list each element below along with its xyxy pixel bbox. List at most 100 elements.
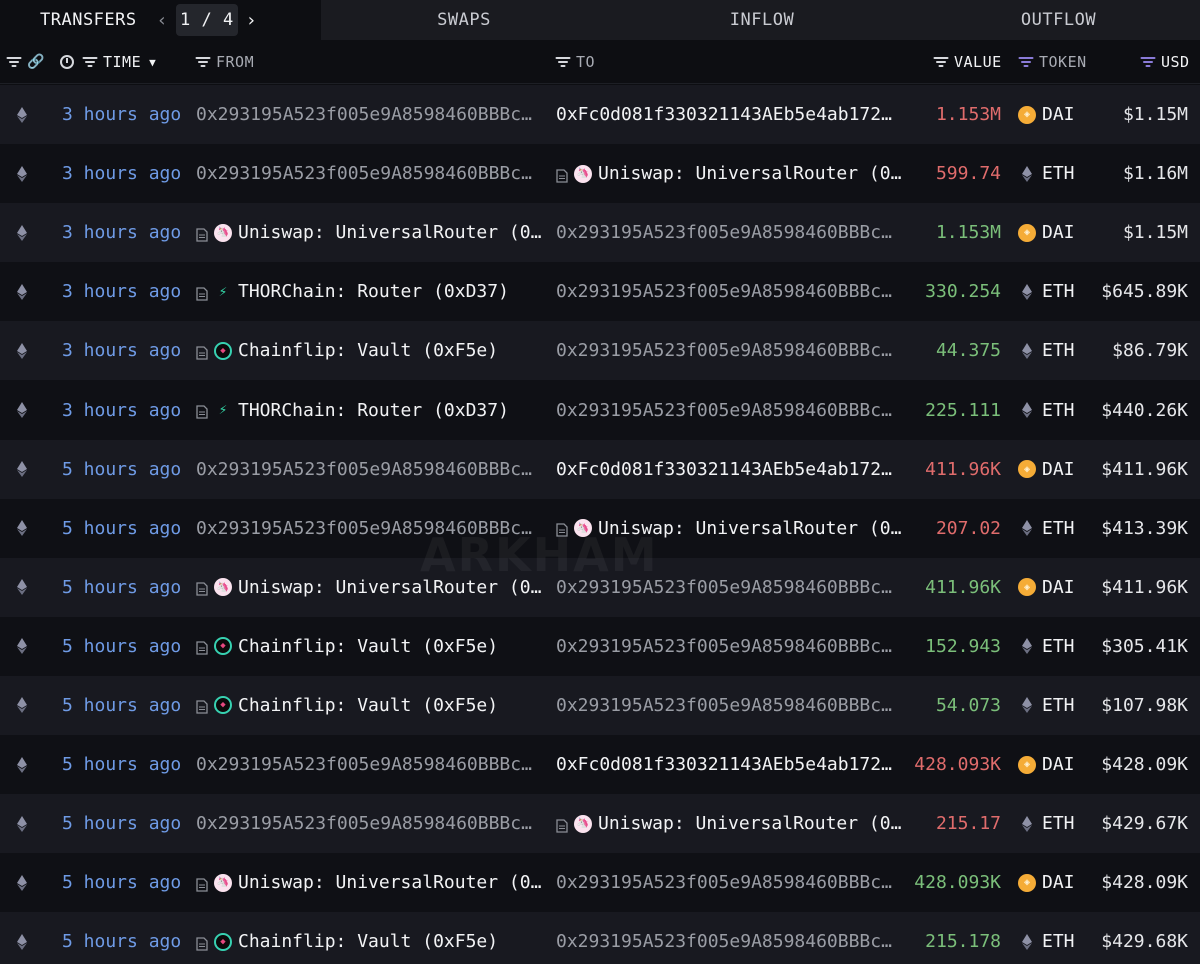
time-column-header[interactable]: TIME ▼ (60, 40, 156, 84)
table-row[interactable]: 3 hours ago 🦄 Uniswap: UniversalRouter (0…… (0, 203, 1200, 263)
from-entity-name[interactable]: Chainflip: Vault (0xF5e) (238, 931, 498, 952)
table-row[interactable]: 3 hours ago ◆ Chainflip: Vault (0xF5e) 0x29… (0, 321, 1200, 381)
table-row[interactable]: 3 hours ago 0x293195A523f005e9A8598460BBB… (0, 85, 1200, 145)
time-filter-icon[interactable] (82, 56, 97, 68)
from-cell[interactable]: ◆ Chainflip: Vault (0xF5e) (196, 617, 542, 676)
from-cell[interactable]: ⚡ THORChain: Router (0xD37) (196, 380, 542, 439)
from-cell[interactable]: 0x293195A523f005e9A8598460BBBc9… (196, 735, 542, 794)
to-address[interactable]: 0x293195A523f005e9A8598460BBBc9… (556, 400, 902, 421)
to-cell[interactable]: 0x293195A523f005e9A8598460BBBc9… (556, 676, 902, 735)
from-cell[interactable]: 🦄 Uniswap: UniversalRouter (0… (196, 558, 542, 617)
tab-outflow[interactable]: OUTFLOW (917, 0, 1200, 40)
table-row[interactable]: 3 hours ago ⚡ THORChain: Router (0xD37) 0x2… (0, 380, 1200, 440)
table-row[interactable]: 5 hours ago 0x293195A523f005e9A8598460BBB… (0, 439, 1200, 499)
to-entity-name[interactable]: Uniswap: UniversalRouter (0… (598, 163, 901, 184)
table-row[interactable]: 3 hours ago 0x293195A523f005e9A8598460BBB… (0, 144, 1200, 204)
from-entity-name[interactable]: Uniswap: UniversalRouter (0… (238, 872, 541, 893)
to-address[interactable]: 0x293195A523f005e9A8598460BBBc9… (556, 695, 902, 716)
to-address[interactable]: 0xFc0d081f330321143AEb5e4ab1729… (556, 754, 902, 775)
from-cell[interactable]: 0x293195A523f005e9A8598460BBBc9… (196, 499, 542, 558)
to-address[interactable]: 0xFc0d081f330321143AEb5e4ab1729… (556, 104, 902, 125)
sort-desc-icon[interactable]: ▼ (149, 56, 156, 69)
tab-swaps[interactable]: SWAPS (321, 0, 607, 40)
from-entity-name[interactable]: Chainflip: Vault (0xF5e) (238, 695, 498, 716)
time-link[interactable]: 5 hours ago (62, 558, 181, 617)
to-cell[interactable]: 0x293195A523f005e9A8598460BBBc9… (556, 853, 902, 912)
to-cell[interactable]: 0x293195A523f005e9A8598460BBBc9… (556, 262, 902, 321)
from-cell[interactable]: 0x293195A523f005e9A8598460BBBc9… (196, 440, 542, 499)
usd-column-header[interactable]: USD (1140, 40, 1190, 84)
time-link[interactable]: 5 hours ago (62, 440, 181, 499)
time-link[interactable]: 5 hours ago (62, 794, 181, 853)
time-link[interactable]: 5 hours ago (62, 676, 181, 735)
table-row[interactable]: 5 hours ago 🦄 Uniswap: UniversalRouter (0…… (0, 557, 1200, 617)
from-entity-name[interactable]: Chainflip: Vault (0xF5e) (238, 340, 498, 361)
table-row[interactable]: 5 hours ago 0x293195A523f005e9A8598460BBB… (0, 794, 1200, 854)
from-entity-name[interactable]: Chainflip: Vault (0xF5e) (238, 636, 498, 657)
value-filter-icon[interactable] (933, 56, 948, 68)
to-filter-icon[interactable] (555, 56, 570, 68)
from-address[interactable]: 0x293195A523f005e9A8598460BBBc9… (196, 754, 542, 775)
prev-page-icon[interactable]: ‹ (157, 10, 168, 31)
to-cell[interactable]: 0x293195A523f005e9A8598460BBBc9… (556, 912, 902, 964)
token-column-header[interactable]: TOKEN (1018, 40, 1087, 84)
chain-filter[interactable]: 🔗 (6, 40, 45, 84)
time-link[interactable]: 3 hours ago (62, 85, 181, 144)
to-address[interactable]: 0x293195A523f005e9A8598460BBBc9… (556, 281, 902, 302)
to-cell[interactable]: 0xFc0d081f330321143AEb5e4ab1729… (556, 735, 902, 794)
time-link[interactable]: 5 hours ago (62, 735, 181, 794)
from-address[interactable]: 0x293195A523f005e9A8598460BBBc9… (196, 459, 542, 480)
time-link[interactable]: 3 hours ago (62, 321, 181, 380)
from-entity-name[interactable]: Uniswap: UniversalRouter (0… (238, 577, 541, 598)
from-cell[interactable]: ⚡ THORChain: Router (0xD37) (196, 262, 542, 321)
from-filter-icon[interactable] (195, 56, 210, 68)
time-link[interactable]: 5 hours ago (62, 853, 181, 912)
from-entity-name[interactable]: Uniswap: UniversalRouter (0… (238, 222, 541, 243)
from-entity-name[interactable]: THORChain: Router (0xD37) (238, 400, 509, 421)
from-address[interactable]: 0x293195A523f005e9A8598460BBBc9… (196, 104, 542, 125)
usd-filter-icon[interactable] (1140, 56, 1155, 68)
to-address[interactable]: 0x293195A523f005e9A8598460BBBc9… (556, 577, 902, 598)
from-column-header[interactable]: FROM (195, 40, 254, 84)
to-cell[interactable]: 0x293195A523f005e9A8598460BBBc9… (556, 617, 902, 676)
tab-inflow[interactable]: INFLOW (607, 0, 917, 40)
table-row[interactable]: 5 hours ago ◆ Chainflip: Vault (0xF5e) 0x29… (0, 616, 1200, 676)
to-column-header[interactable]: TO (555, 40, 595, 84)
to-cell[interactable]: 0x293195A523f005e9A8598460BBBc9… (556, 203, 902, 262)
table-row[interactable]: 5 hours ago ◆ Chainflip: Vault (0xF5e) 0x29… (0, 912, 1200, 964)
time-link[interactable]: 3 hours ago (62, 203, 181, 262)
table-row[interactable]: 5 hours ago 0x293195A523f005e9A8598460BBB… (0, 735, 1200, 795)
from-address[interactable]: 0x293195A523f005e9A8598460BBBc9… (196, 813, 542, 834)
to-entity-name[interactable]: Uniswap: UniversalRouter (0… (598, 813, 901, 834)
to-address[interactable]: 0xFc0d081f330321143AEb5e4ab1729… (556, 459, 902, 480)
from-cell[interactable]: ◆ Chainflip: Vault (0xF5e) (196, 676, 542, 735)
table-row[interactable]: 5 hours ago 0x293195A523f005e9A8598460BBB… (0, 498, 1200, 558)
from-entity-name[interactable]: THORChain: Router (0xD37) (238, 281, 509, 302)
from-address[interactable]: 0x293195A523f005e9A8598460BBBc9… (196, 518, 542, 539)
filter-icon[interactable] (6, 56, 21, 68)
table-row[interactable]: 5 hours ago ◆ Chainflip: Vault (0xF5e) 0x29… (0, 675, 1200, 736)
tab-transfers[interactable]: TRANSFERS ‹ 1 / 4 › (0, 0, 321, 40)
from-address[interactable]: 0x293195A523f005e9A8598460BBBc9… (196, 163, 542, 184)
to-cell[interactable]: 🦄 Uniswap: UniversalRouter (0… (556, 144, 902, 203)
time-link[interactable]: 3 hours ago (62, 144, 181, 203)
next-page-icon[interactable]: › (246, 10, 257, 31)
to-cell[interactable]: 0xFc0d081f330321143AEb5e4ab1729… (556, 440, 902, 499)
to-entity-name[interactable]: Uniswap: UniversalRouter (0… (598, 518, 901, 539)
to-address[interactable]: 0x293195A523f005e9A8598460BBBc9… (556, 222, 902, 243)
time-link[interactable]: 3 hours ago (62, 262, 181, 321)
table-row[interactable]: 3 hours ago ⚡ THORChain: Router (0xD37) 0x2… (0, 262, 1200, 322)
value-column-header[interactable]: VALUE (933, 40, 1002, 84)
from-cell[interactable]: 🦄 Uniswap: UniversalRouter (0… (196, 203, 542, 262)
to-address[interactable]: 0x293195A523f005e9A8598460BBBc9… (556, 636, 902, 657)
link-icon[interactable]: 🔗 (27, 54, 45, 70)
to-address[interactable]: 0x293195A523f005e9A8598460BBBc9… (556, 872, 902, 893)
from-cell[interactable]: ◆ Chainflip: Vault (0xF5e) (196, 321, 542, 380)
time-link[interactable]: 5 hours ago (62, 912, 181, 964)
time-link[interactable]: 3 hours ago (62, 380, 181, 439)
table-row[interactable]: 5 hours ago 🦄 Uniswap: UniversalRouter (0…… (0, 853, 1200, 913)
to-cell[interactable]: 0x293195A523f005e9A8598460BBBc9… (556, 380, 902, 439)
from-cell[interactable]: 0x293195A523f005e9A8598460BBBc9… (196, 794, 542, 853)
token-filter-icon[interactable] (1018, 56, 1033, 68)
to-cell[interactable]: 0x293195A523f005e9A8598460BBBc9… (556, 558, 902, 617)
